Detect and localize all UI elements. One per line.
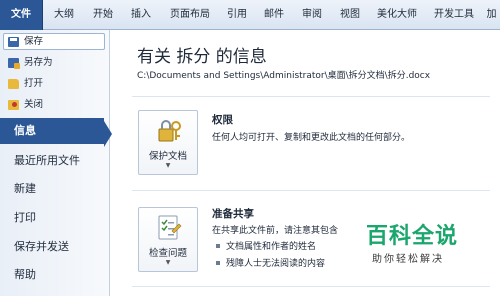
open-label: 打开 <box>24 78 44 89</box>
sidebar-item-recent[interactable]: 最近所用文件 <box>0 148 110 174</box>
tab-review[interactable]: 审阅 <box>293 0 331 30</box>
sidebar-item-info[interactable]: 信息 <box>0 118 104 144</box>
bullet-text: 文档属性和作者的姓名 <box>226 242 317 252</box>
section-divider <box>132 286 490 287</box>
protect-document-label: 保护文档 <box>148 151 187 162</box>
watermark: 百科全说 助你轻松解决 <box>362 218 460 272</box>
save-label: 保存 <box>24 36 44 47</box>
tab-addins[interactable]: 加 <box>483 0 500 30</box>
tab-outline[interactable]: 大纲 <box>43 0 85 30</box>
check-issues-button[interactable]: 检查问题 ▼ <box>138 207 198 272</box>
sidebar-item-save-send[interactable]: 保存并发送 <box>0 234 110 260</box>
ribbon-tab-bar: 文件 大纲 开始 插入 页面布局 引用 邮件 审阅 视图 美化大师 开发工具 加 <box>0 0 500 30</box>
save-icon <box>8 36 19 47</box>
page-title: 有关 拆分 的信息 <box>137 47 267 67</box>
save-command[interactable]: 保存 <box>3 33 105 50</box>
close-command[interactable]: 关闭 <box>8 96 43 113</box>
document-path: C:\Documents and Settings\Administrator\… <box>137 71 431 81</box>
open-folder-icon <box>8 78 19 89</box>
section-divider <box>132 96 490 97</box>
chevron-down-icon: ▼ <box>165 259 171 266</box>
tab-view[interactable]: 视图 <box>331 0 369 30</box>
close-document-icon <box>8 99 19 110</box>
save-as-label: 另存为 <box>24 57 53 68</box>
watermark-subtitle: 助你轻松解决 <box>372 254 444 265</box>
tab-developer[interactable]: 开发工具 <box>425 0 483 30</box>
check-issues-label: 检查问题 <box>148 248 187 259</box>
save-as-icon <box>8 57 20 69</box>
permissions-heading: 权限 <box>212 114 233 126</box>
bullet-text: 残障人士无法阅读的内容 <box>226 259 326 269</box>
sidebar-item-print[interactable]: 打印 <box>0 205 110 231</box>
prepare-sharing-description: 在共享此文件前，请注意其包含 <box>212 226 339 236</box>
tab-insert[interactable]: 插入 <box>121 0 161 30</box>
watermark-title: 百科全说 <box>366 224 459 249</box>
protect-document-button[interactable]: 保护文档 ▼ <box>138 110 198 175</box>
sidebar-item-new[interactable]: 新建 <box>0 176 110 202</box>
tab-references[interactable]: 引用 <box>219 0 255 30</box>
section-divider <box>132 190 490 191</box>
checklist-icon <box>158 215 182 240</box>
tab-file[interactable]: 文件 <box>0 0 43 30</box>
permissions-description: 任何人均可打开、复制和更改此文档的任何部分。 <box>212 133 411 143</box>
save-as-command[interactable]: 另存为 <box>8 54 53 71</box>
tab-beautify-master[interactable]: 美化大师 <box>369 0 425 30</box>
bullet-icon <box>216 260 220 265</box>
tab-mailings[interactable]: 邮件 <box>255 0 293 30</box>
key-lock-icon <box>158 120 181 142</box>
bullet-icon <box>216 243 220 248</box>
backstage-sidebar: 保存 另存为 打开 关闭 信息 最近所用文件 新建 打印 保存并发送 帮助 <box>0 30 110 296</box>
sidebar-item-help[interactable]: 帮助 <box>0 262 110 288</box>
close-label: 关闭 <box>24 99 44 110</box>
prepare-sharing-heading: 准备共享 <box>212 208 254 220</box>
list-item: 文档属性和作者的姓名 <box>216 239 316 252</box>
chevron-down-icon: ▼ <box>165 162 171 169</box>
list-item: 残障人士无法阅读的内容 <box>216 256 325 269</box>
active-section-pointer <box>104 121 112 147</box>
tab-page-layout[interactable]: 页面布局 <box>161 0 219 30</box>
tab-home[interactable]: 开始 <box>85 0 121 30</box>
open-command[interactable]: 打开 <box>8 75 43 92</box>
